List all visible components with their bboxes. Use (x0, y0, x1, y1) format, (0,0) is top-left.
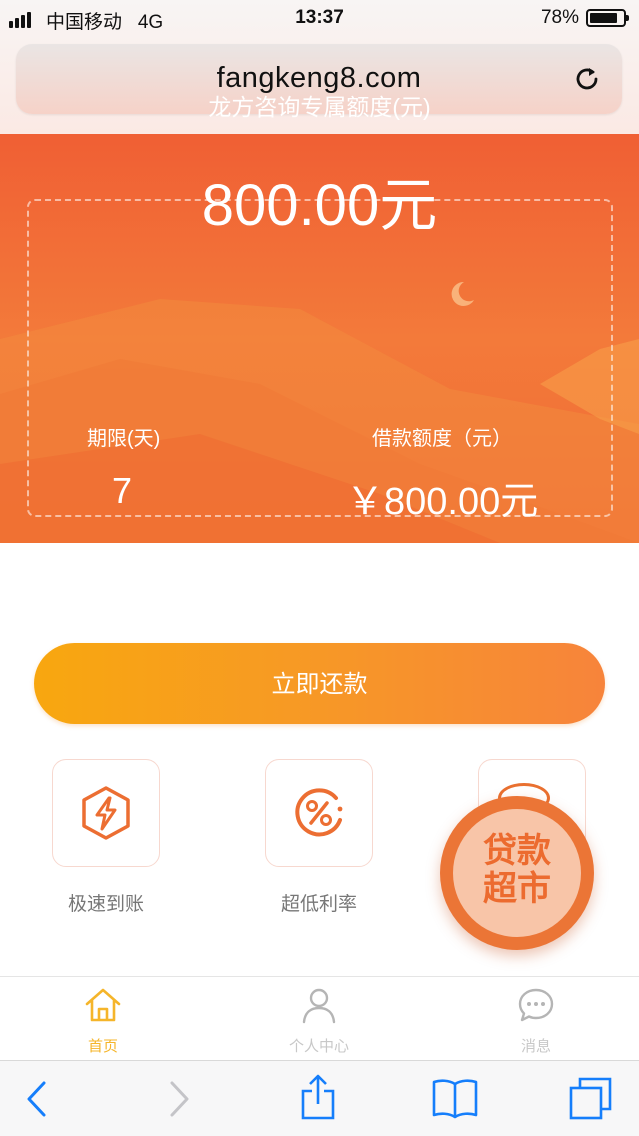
limit-value: ￥800.00元 (346, 481, 539, 523)
repay-now-button[interactable]: 立即还款 (34, 643, 605, 724)
back-icon[interactable] (24, 1079, 50, 1119)
quota-amount: 800.00元 (201, 173, 438, 238)
term-value: 7 (112, 470, 133, 511)
tab-label-home: 首页 (87, 1038, 118, 1055)
loan-market-line2[interactable]: 超市 (440, 870, 594, 908)
home-icon (85, 988, 121, 1022)
forward-icon[interactable] (166, 1079, 192, 1119)
feature-label-fast: 极速到账 (67, 894, 144, 915)
share-icon[interactable] (300, 1073, 336, 1121)
lightning-icon (82, 786, 130, 840)
term-label: 期限(天) (87, 428, 161, 450)
feature-low-rate[interactable] (265, 759, 373, 867)
tabs-icon[interactable] (568, 1075, 614, 1121)
status-bar: 中国移动 4G 13:37 78% (0, 0, 639, 36)
feature-label-rate: 超低利率 (280, 894, 357, 915)
battery-percentage: 78% (540, 7, 579, 28)
user-icon (302, 988, 336, 1024)
chat-icon (518, 988, 554, 1022)
tab-label-messages: 消息 (520, 1038, 551, 1055)
tab-profile[interactable]: 个人中心 (259, 977, 379, 1061)
battery-icon (586, 9, 629, 27)
loan-market-line1[interactable]: 贷款 (440, 832, 594, 870)
percent-icon (295, 788, 343, 837)
tab-bar: 首页 个人中心 消息 (0, 976, 639, 1060)
quota-title: 龙方咨询专属额度(元) (208, 94, 431, 120)
tab-label-profile: 个人中心 (288, 1038, 349, 1055)
feature-fast-arrival[interactable] (52, 759, 160, 867)
limit-label: 借款额度（元） (372, 428, 512, 450)
tab-home[interactable]: 首页 (43, 977, 163, 1061)
tab-messages[interactable]: 消息 (476, 977, 596, 1061)
bookmarks-icon[interactable] (431, 1077, 479, 1119)
browser-toolbar (0, 1060, 639, 1136)
